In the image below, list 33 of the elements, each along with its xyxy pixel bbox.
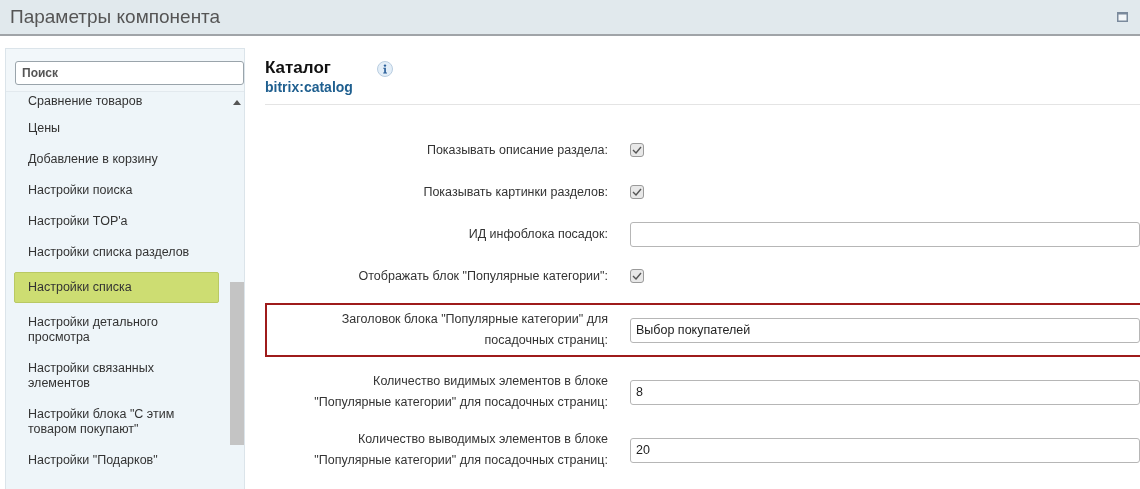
param-label: Показывать картинки разделов:	[422, 183, 608, 201]
sidebar-item[interactable]: Настройки списка	[14, 272, 219, 303]
sidebar-item[interactable]: Настройки связанных элементов	[14, 353, 219, 399]
sidebar-item[interactable]: Настройки детального просмотра	[14, 307, 219, 353]
param-label: Количество выводимых элементов в блоке "Популярные категории" для посадочных страниц:	[313, 431, 608, 469]
sidebar-item[interactable]: Настройки списка разделов	[14, 237, 219, 268]
param-label: Отображать блок "Популярные категории":	[357, 267, 608, 285]
checkbox[interactable]	[630, 143, 644, 157]
sidebar-item[interactable]: Добавление в корзину	[14, 144, 219, 175]
param-label: Заголовок блока "Популярные категории" для посадочных страниц:	[340, 311, 608, 349]
param-label: ИД инфоблока посадок:	[467, 225, 608, 243]
sidebar-item[interactable]: Настройки поиска	[14, 175, 219, 206]
sidebar-item[interactable]: Сравнение товаров	[14, 92, 219, 113]
sidebar-item[interactable]: Настройки блока "С этим товаром покупают"	[14, 399, 219, 445]
text-field[interactable]	[630, 221, 1140, 247]
checkbox[interactable]	[630, 269, 644, 283]
scroll-up-icon[interactable]	[233, 100, 241, 105]
sidebar-item[interactable]: Настройки "Подарков"	[14, 445, 219, 476]
text-field[interactable]: 8	[630, 379, 1140, 405]
scrollbar-thumb[interactable]	[230, 282, 244, 445]
param-label: Показывать описание раздела:	[425, 141, 608, 159]
checkbox[interactable]	[630, 185, 644, 199]
sidebar-item[interactable]: Настройки TOP'a	[14, 206, 219, 237]
component-name: Каталог	[265, 58, 332, 78]
window-title: Параметры компонента	[10, 6, 221, 28]
text-field[interactable]: 20	[630, 437, 1140, 463]
maximize-icon[interactable]	[1117, 12, 1128, 22]
info-icon[interactable]	[376, 61, 393, 77]
text-field[interactable]: Выбор покупателей	[630, 317, 1140, 343]
search-field[interactable]: Поиск	[15, 61, 244, 85]
component-code: bitrix:catalog	[265, 79, 353, 95]
sidebar-item[interactable]: Цены	[14, 113, 219, 144]
param-label: Количество видимых элементов в блоке "Популярные категории" для посадочных страниц:	[313, 373, 608, 411]
